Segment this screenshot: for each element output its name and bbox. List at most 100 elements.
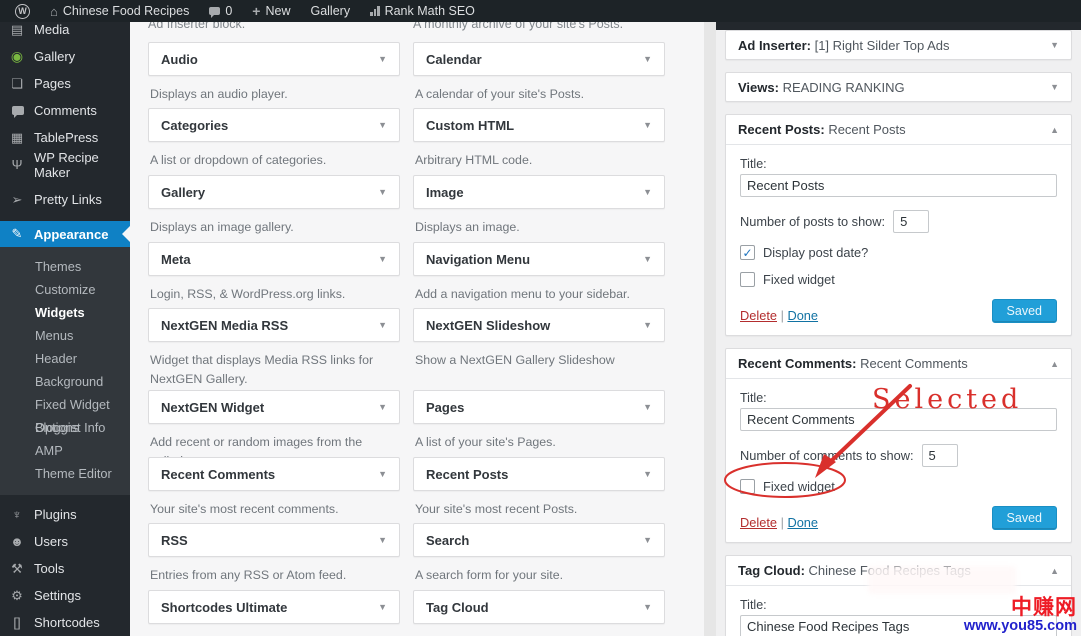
widget-rss[interactable]: RSS▼ (148, 523, 400, 557)
widget-gallery[interactable]: Gallery▼ (148, 175, 400, 209)
sidebar-item-appearance[interactable]: ✎ Appearance (0, 221, 130, 247)
sidebar-item-pages[interactable]: ❏ Pages (0, 70, 130, 97)
widget-nextgen-slideshow[interactable]: NextGEN Slideshow▼ (413, 308, 665, 342)
link-icon: ➢ (9, 192, 25, 208)
delete-link[interactable]: Delete (740, 515, 777, 530)
wp-logo-menu[interactable]: W (8, 0, 37, 22)
chevron-down-icon[interactable]: ▼ (1050, 82, 1059, 92)
chevron-down-icon[interactable]: ▼ (378, 254, 387, 264)
chevron-down-icon[interactable]: ▼ (378, 54, 387, 64)
widget-pages[interactable]: Pages▼ (413, 390, 665, 424)
chevron-down-icon[interactable]: ▼ (378, 187, 387, 197)
sidebar-item-gallery[interactable]: ◉ Gallery (0, 43, 130, 70)
sidebar-item-comments[interactable]: Comments (0, 97, 130, 124)
comments-shortcut[interactable]: 0 (202, 0, 239, 22)
number-of-posts-input[interactable] (893, 210, 929, 233)
widget-nextgen-widget[interactable]: NextGEN Widget▼ (148, 390, 400, 424)
widget-custom-html[interactable]: Custom HTML▼ (413, 108, 665, 142)
chevron-up-icon[interactable]: ▲ (1050, 566, 1059, 576)
chevron-down-icon[interactable]: ▼ (378, 602, 387, 612)
chevron-up-icon[interactable]: ▲ (1050, 125, 1059, 135)
chevron-down-icon[interactable]: ▼ (378, 469, 387, 479)
new-content-menu[interactable]: + New (245, 0, 297, 22)
sidebar-item-plugins[interactable]: ♆ Plugins (0, 501, 130, 528)
widget-image[interactable]: Image▼ (413, 175, 665, 209)
chevron-down-icon[interactable]: ▼ (643, 54, 652, 64)
title-label: Title: (740, 598, 1057, 612)
submenu-item-widgets[interactable]: Widgets (0, 301, 130, 324)
widget-navigation-menu[interactable]: Navigation Menu▼ (413, 242, 665, 276)
comments-icon (9, 103, 25, 118)
widget-desc: Add recent or random images from the gal… (150, 433, 398, 457)
sidebar-item-users[interactable]: ☻ Users (0, 528, 130, 555)
saved-button[interactable]: Saved (992, 506, 1057, 530)
submenu-item-header[interactable]: Header (0, 347, 130, 370)
brush-icon: ✎ (9, 226, 25, 242)
chevron-down-icon[interactable]: ▼ (643, 120, 652, 130)
submenu-item-bloggist-info[interactable]: Bloggist Info (0, 416, 130, 439)
comment-bubble-icon (209, 7, 220, 15)
sidebar-item-settings[interactable]: ⚙ Settings (0, 582, 130, 609)
chevron-up-icon[interactable]: ▲ (1050, 359, 1059, 369)
submenu-item-fixed-widget-options[interactable]: Fixed Widget Options (0, 393, 130, 416)
widget-audio[interactable]: Audio▼ (148, 42, 400, 76)
done-link[interactable]: Done (787, 308, 818, 323)
display-post-date-checkbox[interactable]: ✓ (740, 245, 755, 260)
chevron-down-icon[interactable]: ▼ (643, 469, 652, 479)
sidebar-item-tablepress[interactable]: ▦ TablePress (0, 124, 130, 151)
widget-header-tag-cloud[interactable]: Tag Cloud: Chinese Food Recipes Tags ▲ (726, 556, 1071, 586)
widget-tag-cloud[interactable]: Tag Cloud▼ (413, 590, 665, 624)
widget-categories[interactable]: Categories▼ (148, 108, 400, 142)
chevron-down-icon[interactable]: ▼ (378, 320, 387, 330)
sidebar-item-tools[interactable]: ⚒ Tools (0, 555, 130, 582)
submenu-item-menus[interactable]: Menus (0, 324, 130, 347)
submenu-item-customize[interactable]: Customize (0, 278, 130, 301)
recent-comments-title-input[interactable] (740, 408, 1057, 431)
widget-meta[interactable]: Meta▼ (148, 242, 400, 276)
widget-header-views[interactable]: Views: READING RANKING ▼ (726, 73, 1071, 101)
submenu-item-theme-editor[interactable]: Theme Editor (0, 462, 130, 485)
widget-shortcodes-ultimate[interactable]: Shortcodes Ultimate▼ (148, 590, 400, 624)
sidebar-item-media[interactable]: ▤ Media (0, 22, 130, 43)
fixed-widget-checkbox[interactable] (740, 272, 755, 287)
site-name-link[interactable]: ⌂ Chinese Food Recipes (43, 0, 196, 22)
chevron-down-icon[interactable]: ▼ (1050, 40, 1059, 50)
gallery-label: Gallery (310, 4, 350, 18)
chevron-down-icon[interactable]: ▼ (643, 402, 652, 412)
done-link[interactable]: Done (787, 515, 818, 530)
saved-button[interactable]: Saved (992, 299, 1057, 323)
chevron-down-icon[interactable]: ▼ (643, 535, 652, 545)
widget-recent-posts[interactable]: Recent Posts▼ (413, 457, 665, 491)
widget-search[interactable]: Search▼ (413, 523, 665, 557)
submenu-item-themes[interactable]: Themes (0, 255, 130, 278)
submenu-item-amp[interactable]: AMP (0, 439, 130, 462)
submenu-item-background[interactable]: Background (0, 370, 130, 393)
brackets-icon: [] (9, 615, 25, 630)
widget-header-recent-posts[interactable]: Recent Posts: Recent Posts ▲ (726, 115, 1071, 145)
fixed-widget-checkbox[interactable] (740, 479, 755, 494)
number-of-comments-input[interactable] (922, 444, 958, 467)
chevron-down-icon[interactable]: ▼ (643, 320, 652, 330)
widget-calendar[interactable]: Calendar▼ (413, 42, 665, 76)
widget-nextgen-media-rss[interactable]: NextGEN Media RSS▼ (148, 308, 400, 342)
sidebar-item-wp-recipe-maker[interactable]: Ψ WP Recipe Maker (0, 151, 130, 178)
chevron-down-icon[interactable]: ▼ (643, 254, 652, 264)
widget-area-tag-cloud: Tag Cloud: Chinese Food Recipes Tags ▲ T… (725, 555, 1072, 636)
widget-header-recent-comments[interactable]: Recent Comments: Recent Comments ▲ (726, 349, 1071, 379)
chevron-down-icon[interactable]: ▼ (643, 187, 652, 197)
sidebar-item-shortcodes[interactable]: [] Shortcodes (0, 609, 130, 636)
gallery-menu[interactable]: Gallery (303, 0, 357, 22)
delete-link[interactable]: Delete (740, 308, 777, 323)
recent-posts-title-input[interactable] (740, 174, 1057, 197)
widget-header-ad-inserter[interactable]: Ad Inserter: [1] Right Silder Top Ads ▼ (726, 31, 1071, 59)
widget-recent-comments[interactable]: Recent Comments▼ (148, 457, 400, 491)
sidebar-item-pretty-links[interactable]: ➢ Pretty Links (0, 186, 130, 213)
chevron-down-icon[interactable]: ▼ (378, 120, 387, 130)
chevron-down-icon[interactable]: ▼ (643, 602, 652, 612)
tag-cloud-title-input[interactable] (740, 615, 1057, 636)
media-icon: ▤ (9, 22, 25, 38)
partial-widget-desc-1: Ad Inserter block. (148, 22, 400, 33)
chevron-down-icon[interactable]: ▼ (378, 402, 387, 412)
chevron-down-icon[interactable]: ▼ (378, 535, 387, 545)
rank-math-menu[interactable]: Rank Math SEO (363, 0, 482, 22)
